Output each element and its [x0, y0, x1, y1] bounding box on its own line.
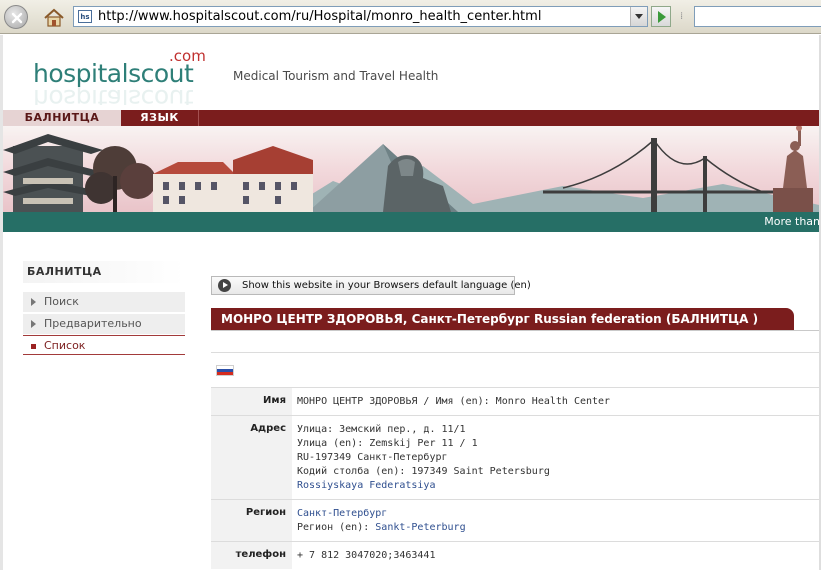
russia-flag-icon	[216, 365, 234, 376]
region-row: Регион Санкт-Петербург Регион (en): Sank…	[211, 499, 821, 541]
pagoda-illustration	[3, 134, 103, 212]
region-en-link[interactable]: Sankt-Peterburg	[375, 522, 465, 533]
address-row: Адрес Улица: Земский пер., д. 11/1 Улица…	[211, 415, 821, 499]
nav-tab-hospital[interactable]: БАЛНИТЦА	[3, 110, 121, 126]
default-language-button[interactable]: Show this website in your Browsers defau…	[211, 276, 531, 295]
nav-tab-language[interactable]: ЯЗЫК	[121, 110, 199, 126]
stop-icon	[11, 12, 23, 24]
hospital-title: МОНРО ЦЕНТР ЗДОРОВЬЯ, Санкт-Петербург Ru…	[211, 308, 794, 330]
address-postal-en: Кодий столба (en): 197349 Saint Petersbu…	[297, 466, 550, 477]
arrow-right-circle-icon	[218, 279, 231, 292]
home-icon	[44, 8, 64, 27]
sidebar-item-label: Список	[44, 339, 86, 352]
region-en-prefix: Регион (en):	[297, 522, 376, 533]
phone-label: телефон	[211, 542, 292, 569]
phone-row: телефон + 7 812 3047020;3463441	[211, 541, 821, 569]
address-bar[interactable]: hs http://www.hospitalscout.com/ru/Hospi…	[73, 6, 648, 27]
sidebar-item-preselection[interactable]: Предварительно	[23, 314, 185, 334]
banner-strip: More than	[3, 212, 821, 232]
web-page: .com hospitalscout hospitalscout Medical…	[0, 35, 821, 570]
triangle-right-icon	[31, 320, 36, 328]
toolbar-grip-icon[interactable]: ⁞	[680, 10, 688, 24]
header-banner	[3, 126, 821, 212]
site-logo[interactable]: .com hospitalscout hospitalscout	[33, 47, 213, 107]
title-divider	[211, 330, 821, 331]
region-en-line: Регион (en): Sankt-Peterburg	[297, 521, 821, 535]
triangle-right-icon	[31, 298, 36, 306]
building-illustration	[153, 146, 313, 212]
name-label: Имя	[211, 388, 292, 415]
stop-button[interactable]	[4, 5, 28, 29]
region-label: Регион	[211, 500, 292, 541]
address-street: Улица: Земский пер., д. 11/1	[297, 424, 466, 435]
browser-toolbar: hs http://www.hospitalscout.com/ru/Hospi…	[0, 0, 821, 34]
flag-row	[211, 352, 821, 387]
go-button[interactable]	[651, 6, 671, 27]
logo-wordmark: hospitalscout	[33, 59, 194, 88]
address-street-en: Улица (en): Zemskij Per 11 / 1	[297, 438, 478, 449]
hospital-info-table: Имя МОНРО ЦЕНТР ЗДОРОВЬЯ / Имя (en): Mon…	[211, 387, 821, 569]
url-text[interactable]: http://www.hospitalscout.com/ru/Hospital…	[98, 9, 541, 24]
sidebar-item-label: Поиск	[44, 295, 79, 308]
default-language-label: Show this website in your Browsers defau…	[242, 280, 531, 291]
site-tagline: Medical Tourism and Travel Health	[233, 69, 439, 83]
region-value: Санкт-Петербург Регион (en): Sankt-Peter…	[292, 500, 821, 541]
sidebar-item-list[interactable]: Список	[23, 335, 185, 355]
country-link[interactable]: Rossiyskaya Federatsiya	[297, 479, 821, 493]
statue-illustration	[773, 126, 813, 212]
name-row: Имя МОНРО ЦЕНТР ЗДОРОВЬЯ / Имя (en): Mon…	[211, 387, 821, 415]
main-nav: БАЛНИТЦА ЯЗЫК	[3, 110, 821, 126]
region-link[interactable]: Санкт-Петербург	[297, 507, 821, 521]
site-favicon-icon: hs	[78, 10, 92, 23]
logo-reflection: hospitalscout	[33, 87, 194, 105]
sidebar-item-label: Предварительно	[44, 317, 142, 330]
square-bullet-icon	[31, 344, 36, 349]
search-input[interactable]	[694, 6, 821, 27]
address-value: Улица: Земский пер., д. 11/1 Улица (en):…	[292, 416, 821, 499]
sidebar-title: БАЛНИТЦА	[23, 261, 185, 283]
url-history-dropdown-button[interactable]	[630, 7, 647, 26]
address-label: Адрес	[211, 416, 292, 499]
world-landmarks-illustration	[3, 126, 821, 212]
phone-value: + 7 812 3047020;3463441	[297, 550, 436, 561]
banner-strip-text: More than	[764, 215, 820, 228]
sidebar-item-search[interactable]: Поиск	[23, 292, 185, 312]
name-value: МОНРО ЦЕНТР ЗДОРОВЬЯ / Имя (en): Monro H…	[297, 396, 611, 407]
address-postal: RU-197349 Санкт-Петербург	[297, 452, 448, 463]
home-button[interactable]	[40, 5, 64, 29]
